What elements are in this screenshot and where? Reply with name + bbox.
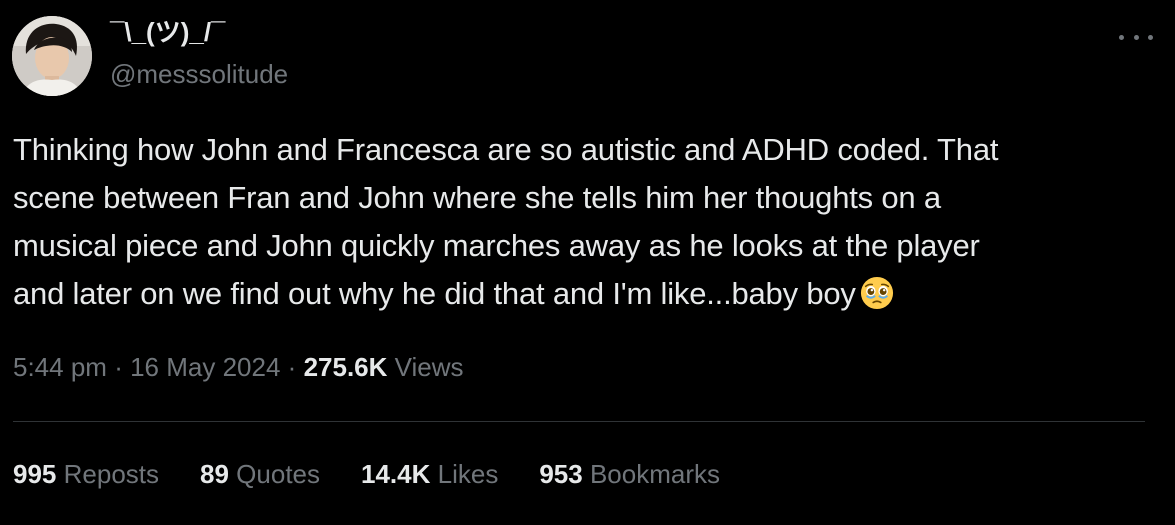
- divider: [13, 421, 1145, 422]
- reposts-stat[interactable]: 995 Reposts: [13, 457, 159, 491]
- avatar[interactable]: [12, 16, 92, 96]
- tweet-card: ¯\_(ツ)_/¯ @messsolitude Thinking how Joh…: [0, 0, 1175, 525]
- author-display-name[interactable]: ¯\_(ツ)_/¯: [110, 16, 225, 48]
- tweet-text-line: Thinking how John and Francesca are so a…: [13, 132, 999, 167]
- reposts-count: 995: [13, 459, 57, 489]
- meta-separator: ·: [287, 352, 297, 382]
- author-handle[interactable]: @messsolitude: [110, 58, 288, 90]
- likes-count: 14.4K: [361, 459, 431, 489]
- bookmarks-label: Bookmarks: [589, 459, 720, 489]
- tweet-meta: 5:44 pm · 16 May 2024 · 275.6K Views: [13, 350, 464, 384]
- bookmarks-count: 953: [539, 459, 583, 489]
- likes-stat[interactable]: 14.4K Likes: [361, 457, 498, 491]
- meta-separator: ·: [114, 352, 123, 382]
- quotes-count: 89: [200, 459, 229, 489]
- bookmarks-stat[interactable]: 953 Bookmarks: [539, 457, 720, 491]
- views-count: 275.6K: [303, 352, 388, 382]
- views-label: Views: [394, 352, 464, 382]
- reposts-label: Reposts: [63, 459, 160, 489]
- quotes-stat[interactable]: 89 Quotes: [200, 457, 320, 491]
- tweet-date[interactable]: 16 May 2024: [130, 352, 280, 382]
- pleading-face-emoji-icon: [860, 276, 893, 310]
- tweet-text-line-last: and later on we find out why he did that…: [13, 270, 1143, 318]
- tweet-text: Thinking how John and Francesca are so a…: [13, 126, 1143, 318]
- more-dot: [1133, 34, 1139, 40]
- tweet-text-line: and later on we find out why he did that…: [13, 276, 856, 311]
- more-dot: [1148, 34, 1153, 40]
- tweet-stats: 995 Reposts 89 Quotes 14.4K Likes 953 Bo…: [13, 457, 761, 491]
- tweet-text-line: musical piece and John quickly marches a…: [13, 228, 980, 263]
- more-options-icon[interactable]: [1119, 22, 1153, 52]
- likes-label: Likes: [437, 459, 499, 489]
- tweet-time[interactable]: 5:44 pm: [13, 352, 107, 382]
- tweet-text-line: scene between Fran and John where she te…: [13, 180, 941, 215]
- more-dot: [1119, 34, 1124, 40]
- user-photo-avatar-icon: [12, 16, 92, 96]
- quotes-label: Quotes: [236, 459, 320, 489]
